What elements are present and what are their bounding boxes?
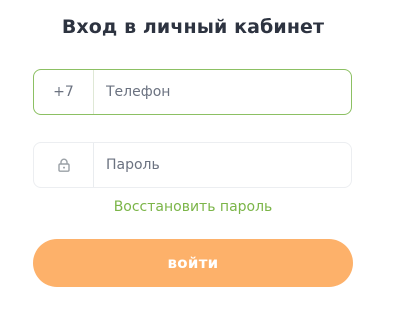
password-field[interactable] (33, 142, 352, 188)
restore-password-link[interactable]: Восстановить пароль (0, 199, 386, 215)
password-input[interactable] (94, 143, 351, 187)
phone-field[interactable]: +7 (33, 69, 352, 115)
phone-country-prefix: +7 (34, 70, 94, 114)
lock-icon (57, 158, 70, 172)
page-title: Вход в личный кабинет (61, 16, 325, 38)
phone-input[interactable] (94, 70, 351, 114)
login-button[interactable]: войти (33, 239, 353, 287)
lock-icon-container (34, 143, 94, 187)
